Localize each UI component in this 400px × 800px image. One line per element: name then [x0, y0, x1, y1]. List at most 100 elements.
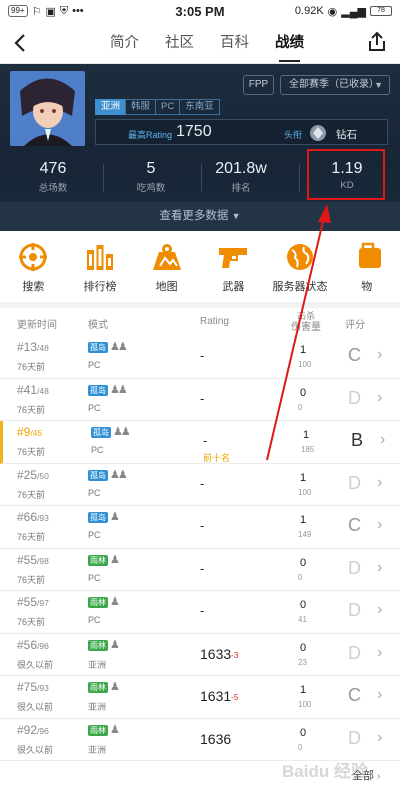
share-icon[interactable] — [366, 31, 388, 53]
damage-value: 23 — [298, 657, 307, 667]
server-label: PC — [88, 360, 101, 370]
kills-value: 0 — [300, 556, 307, 569]
team-size-icon: ♟♟ — [110, 341, 128, 353]
server-label: 亚洲 — [88, 659, 107, 670]
damage-value: 0 — [298, 402, 303, 412]
damage-value: 0 — [298, 572, 303, 582]
quick-label: 物 — [361, 281, 373, 293]
grade-value: D — [348, 642, 361, 663]
match-row[interactable]: #41/48 76天前 孤岛 ♟♟ PC - 0 0 D › — [0, 378, 400, 421]
stat-rank: 201.8w 排名 — [191, 160, 291, 194]
tab-record[interactable]: 战绩 — [275, 22, 304, 64]
kills-value: 0 — [300, 599, 307, 611]
placement: #55/98 — [17, 553, 49, 567]
damage-value: 100 — [298, 360, 312, 369]
server-label: PC — [88, 402, 101, 413]
mode-badge: 雨林 — [88, 639, 108, 651]
fpp-toggle-button[interactable]: FPP — [243, 75, 274, 95]
season-select[interactable]: 全部赛季（已收录） ▼ — [280, 75, 390, 95]
wifi-icon: ◉ — [327, 5, 338, 18]
match-time: 76天前 — [17, 447, 46, 457]
server-label: PC — [91, 445, 104, 455]
kills-value: 0 — [300, 386, 307, 399]
placement-rank: #55 — [17, 595, 38, 609]
placement-total: /93 — [37, 683, 49, 693]
region-tab-asia[interactable]: 亚洲 — [95, 99, 127, 115]
tab-community[interactable]: 社区 — [165, 22, 194, 64]
header-time: 更新时间 — [17, 320, 57, 331]
server-label: PC — [88, 615, 101, 625]
placement-total: /93 — [37, 513, 49, 523]
region-tab-pc[interactable]: PC — [155, 99, 181, 115]
grade-value: D — [348, 600, 361, 620]
rating-value: - — [200, 560, 205, 576]
match-row[interactable]: #56/96 很久以前 雨林 ♟ 亚洲 1633-3 0 23 D › — [0, 633, 400, 676]
rating-label: 最高Rating — [128, 130, 173, 140]
team-size-icon: ♟♟ — [110, 468, 128, 481]
team-size-icon: ♟♟ — [110, 383, 128, 396]
diamond-badge-icon — [308, 123, 328, 143]
shield-icon: ⛨ — [59, 4, 69, 17]
match-row[interactable]: #66/93 76天前 孤岛 ♟ PC - 1 149 C › — [0, 506, 400, 549]
rating-value: - — [203, 433, 208, 448]
kills-value: 1 — [300, 471, 307, 484]
quick-leaderboard[interactable]: 排行榜 — [67, 236, 134, 302]
rating-value: - — [200, 348, 205, 363]
server-label: PC — [88, 530, 101, 540]
region-tab-sea[interactable]: 东南亚 — [179, 99, 220, 115]
rating-value: 1750 — [176, 123, 212, 140]
damage-value: 0 — [298, 742, 303, 752]
top-nav: 简介 社区 百科 战绩 — [0, 22, 400, 64]
quick-search[interactable]: 搜索 — [0, 236, 67, 302]
rating-value: - — [200, 390, 205, 406]
rating-value: 1631 — [200, 688, 232, 704]
header-grade: 评分 — [345, 320, 365, 331]
match-row[interactable]: #75/93 很久以前 雨林 ♟ 亚洲 1631-5 1 100 C › — [0, 676, 400, 719]
match-row[interactable]: #92/96 很久以前 雨林 ♟ 亚洲 1636 0 0 D › — [0, 718, 400, 761]
match-time: 76天前 — [17, 574, 46, 585]
quick-weapons[interactable]: 武器 — [200, 236, 267, 302]
nav-tabs: 简介 社区 百科 战绩 — [110, 22, 304, 64]
header-kills: 击杀 — [296, 311, 315, 321]
region-tab-korea[interactable]: 韩服 — [125, 99, 157, 115]
match-row[interactable]: #9/45 76天前 孤岛 ♟♟ PC - 前十名 1 185 B › — [0, 421, 400, 464]
globe-icon — [287, 244, 314, 270]
stat-label: 排名 — [231, 183, 251, 194]
quick-items[interactable]: 物 — [333, 236, 400, 302]
back-icon[interactable] — [8, 30, 34, 56]
battery-icon: 78 — [370, 6, 392, 16]
match-row[interactable]: #55/97 76天前 雨林 ♟ PC - 0 41 D › — [0, 591, 400, 634]
placement: #55/97 — [17, 595, 49, 609]
chevron-right-icon: › — [377, 516, 383, 533]
rank-title-label: 头衔 — [284, 130, 303, 140]
rating-value: 1636 — [200, 730, 232, 747]
tab-wiki[interactable]: 百科 — [220, 22, 249, 64]
mode-badge: 孤岛 — [88, 342, 108, 353]
match-row[interactable]: #55/98 76天前 雨林 ♟ PC - 0 0 D › — [0, 548, 400, 591]
header-kills-damage: 击杀 伤害量 — [286, 310, 326, 334]
damage-value: 100 — [298, 487, 312, 497]
match-row[interactable]: #13/48 76天前 孤岛 ♟♟ PC - 1 100 C › — [0, 336, 400, 379]
damage-value: 185 — [301, 445, 315, 454]
grade-value: C — [348, 685, 361, 705]
quick-server-status[interactable]: 服务器状态 — [267, 236, 334, 302]
more-data-button[interactable]: 查看更多数据 ▼ — [0, 202, 400, 231]
kills-value: 1 — [300, 514, 307, 526]
match-time: 很久以前 — [17, 744, 54, 755]
server-label: PC — [88, 487, 101, 498]
rank-title-value: 钻石 — [336, 129, 357, 141]
quick-label: 地图 — [155, 281, 178, 293]
avatar[interactable] — [10, 71, 85, 146]
mode-badge: 孤岛 — [88, 469, 108, 481]
rating-cell: - — [200, 391, 204, 406]
header-rating: Rating — [200, 316, 229, 327]
tab-intro[interactable]: 简介 — [110, 22, 139, 64]
grade-value: B — [351, 430, 364, 450]
placement-rank: #66 — [17, 510, 38, 524]
quick-map[interactable]: 地图 — [133, 236, 200, 302]
profile-hero: FPP 全部赛季（已收录） ▼ 亚洲 韩服 PC 东南亚 最高Rating 17… — [0, 64, 400, 231]
match-row[interactable]: #25/50 76天前 孤岛 ♟♟ PC - 1 100 D › — [0, 463, 400, 506]
match-time: 76天前 — [17, 362, 46, 372]
kills-value: 1 — [300, 684, 307, 696]
team-size-icon: ♟ — [110, 596, 120, 608]
